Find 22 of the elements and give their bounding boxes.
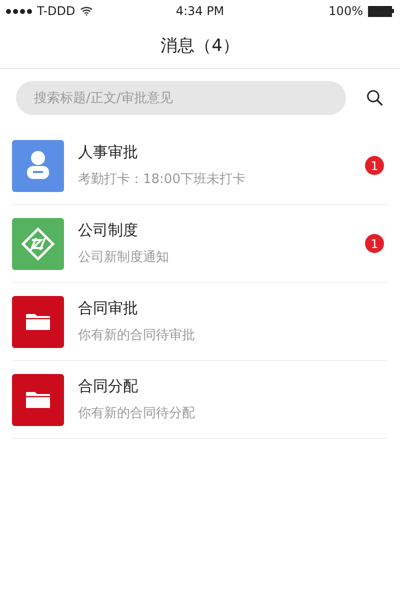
message-item[interactable]: 公司制度 公司新制度通知 1 <box>12 205 388 283</box>
message-item[interactable]: 合同分配 你有新的合同待分配 <box>12 361 388 439</box>
message-preview: 公司新制度通知 <box>78 249 170 266</box>
wifi-icon <box>80 6 94 16</box>
battery-percent: 100% <box>328 4 363 18</box>
message-title: 合同分配 <box>78 377 139 396</box>
message-title: 人事审批 <box>78 143 139 162</box>
message-title: 公司制度 <box>78 221 139 240</box>
message-preview: 你有新的合同待审批 <box>78 327 196 344</box>
search-field[interactable]: 搜索标题/正文/审批意见 <box>16 81 346 115</box>
message-title: 合同审批 <box>78 299 139 318</box>
battery-icon <box>368 6 394 16</box>
unread-badge: 1 <box>365 156 384 175</box>
unread-badge: 1 <box>365 234 384 253</box>
page-title: 消息（4） <box>160 34 240 56</box>
message-preview: 考勤打卡：18:00下班未打卡 <box>78 171 246 188</box>
message-preview: 你有新的合同待分配 <box>78 405 196 422</box>
clock-time: 4:34 PM <box>176 4 224 18</box>
message-item[interactable]: 合同审批 你有新的合同待审批 <box>12 283 388 361</box>
signal-icon <box>6 8 32 14</box>
carrier-name: T-DDD <box>37 4 76 18</box>
message-item[interactable]: 人事审批 考勤打卡：18:00下班未打卡 1 <box>12 127 388 205</box>
